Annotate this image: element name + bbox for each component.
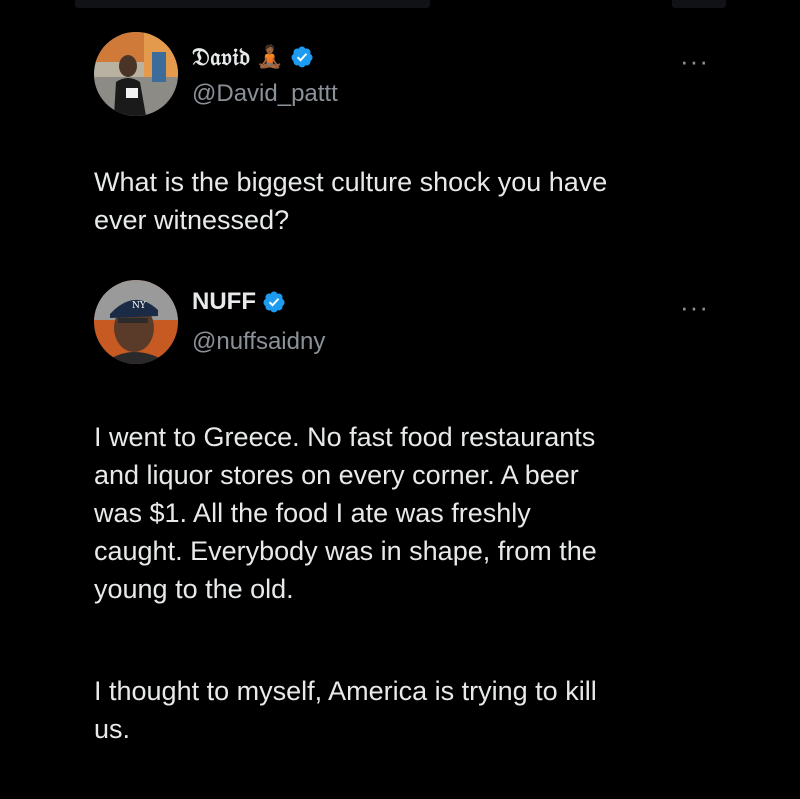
avatar-david[interactable] <box>94 32 178 116</box>
reply-text-paragraph-2: I thought to myself, America is trying t… <box>94 676 597 744</box>
verified-badge-icon <box>263 291 285 313</box>
more-options-icon[interactable]: ··· <box>680 294 709 320</box>
tweet-text: What is the biggest culture shock you ha… <box>94 167 608 235</box>
top-bar-fragment-right <box>672 0 726 8</box>
more-options-icon[interactable]: ··· <box>680 48 709 74</box>
meditation-emoji: 🧘🏾 <box>256 43 284 69</box>
author-name-row: 𝔇𝔞𝔳𝔦𝔡 🧘🏾 <box>192 42 314 71</box>
author-display-name[interactable]: 𝔇𝔞𝔳𝔦𝔡 <box>192 42 250 71</box>
author-handle[interactable]: @David_pattt <box>192 80 338 108</box>
avatar-nuff[interactable]: NY <box>94 280 178 364</box>
reply-author-name-row: NUFF <box>192 288 286 316</box>
avatar-photo-icon <box>94 32 178 116</box>
reply-text-paragraph-1: I went to Greece. No fast food restauran… <box>94 422 597 604</box>
reply-author-display-name[interactable]: NUFF <box>192 288 256 316</box>
verified-badge-icon <box>291 46 313 67</box>
avatar-photo-icon: NY <box>94 280 178 364</box>
reply-author-handle[interactable]: @nuffsaidny <box>192 328 325 356</box>
top-bar-fragment <box>75 0 430 8</box>
cap-logo: NY <box>132 301 147 311</box>
